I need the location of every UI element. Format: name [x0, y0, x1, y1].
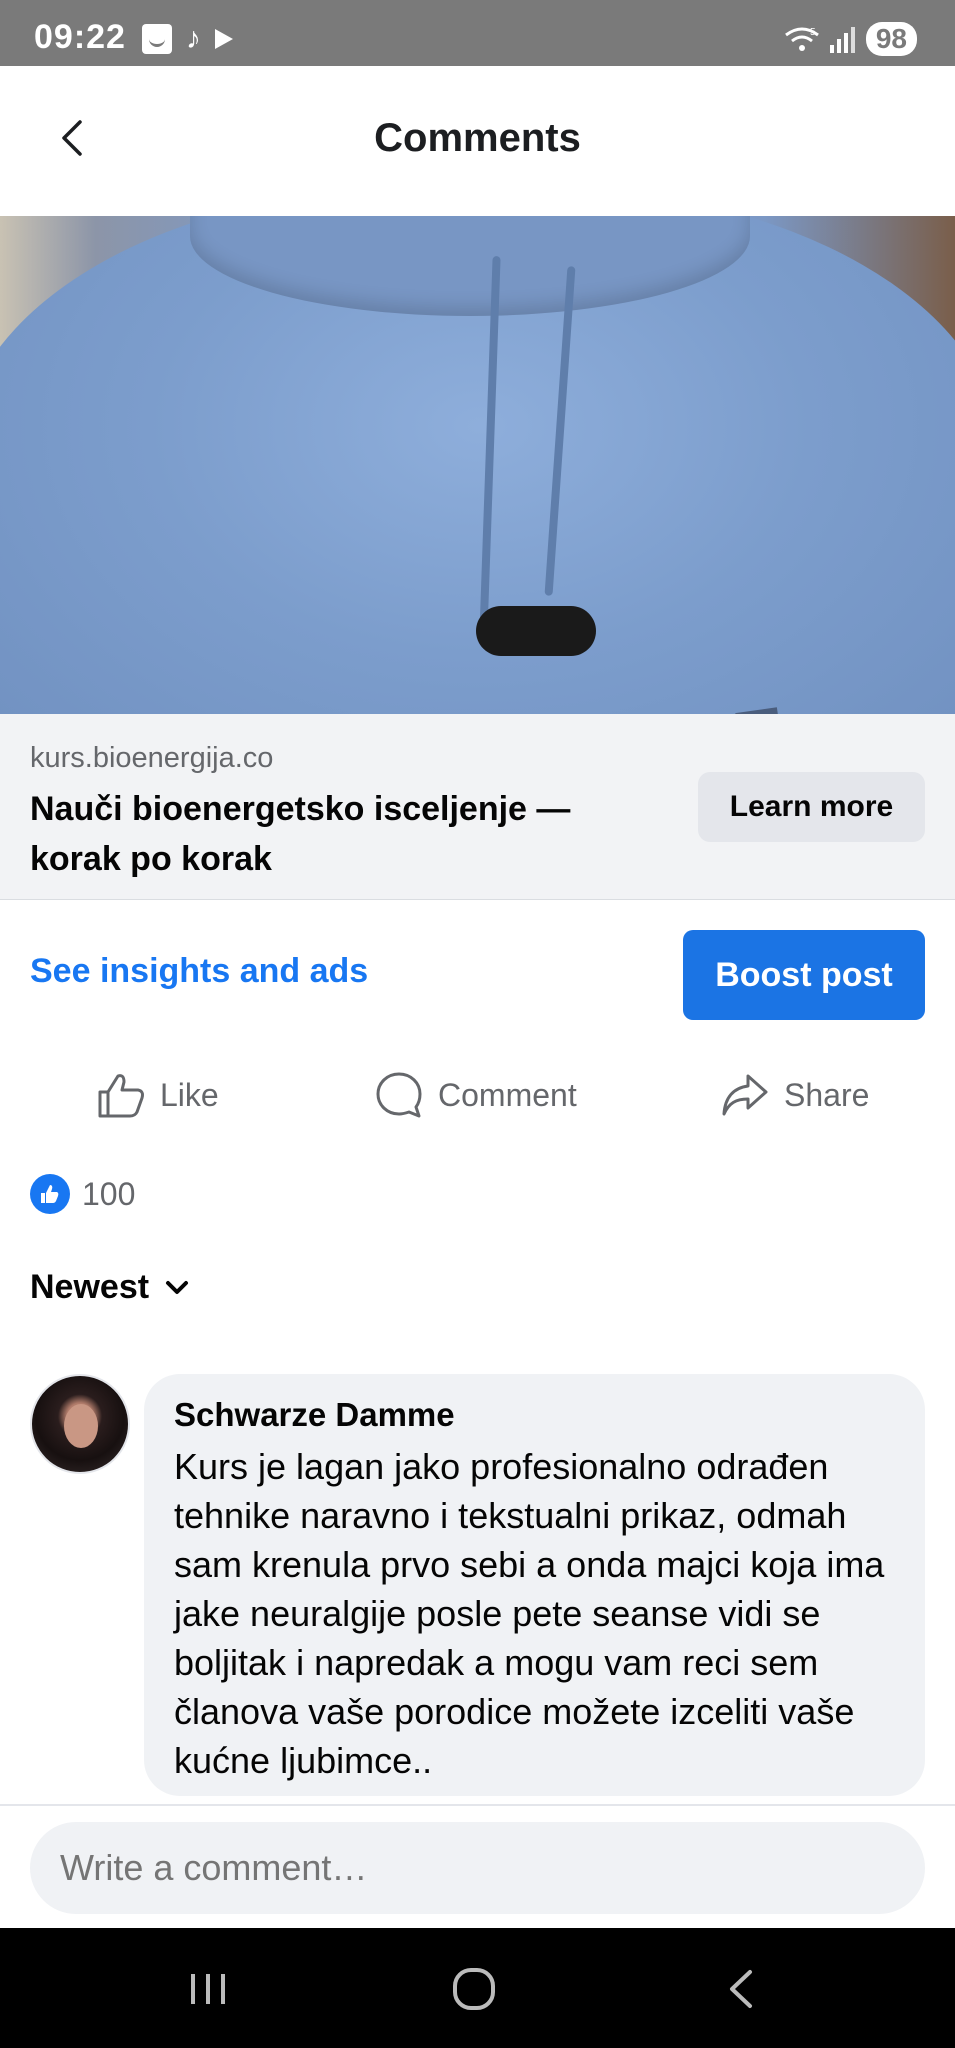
link-title: Nauči bioenergetsko isceljenje — korak p…	[30, 790, 571, 878]
like-button[interactable]: Like	[96, 1060, 219, 1130]
system-nav-bar	[0, 1928, 955, 2048]
comment-bubble: Schwarze Damme Kurs je lagan jako profes…	[144, 1374, 925, 1796]
play-store-icon	[215, 29, 233, 49]
svg-text:5: 5	[810, 27, 816, 38]
chevron-down-icon	[166, 1280, 189, 1294]
see-insights-link[interactable]: See insights and ads	[30, 952, 368, 991]
learn-more-button[interactable]: Learn more	[698, 772, 925, 842]
post-actions: Like Comment Share	[0, 1060, 955, 1130]
link-domain: kurs.bioenergija.co	[30, 742, 274, 774]
share-label: Share	[784, 1076, 870, 1113]
share-button[interactable]: Share	[720, 1060, 869, 1130]
reaction-summary[interactable]: 100	[30, 1174, 135, 1214]
comment-input[interactable]	[30, 1822, 925, 1914]
sort-label: Newest	[30, 1268, 150, 1306]
system-icons: 5 98	[784, 22, 917, 56]
recent-apps-icon[interactable]	[183, 1964, 233, 2014]
page-title: Comments	[374, 116, 581, 160]
messenger-app-icon	[142, 24, 172, 54]
wifi-icon: 5	[784, 27, 819, 51]
nav-back-icon[interactable]	[717, 1964, 767, 2014]
reaction-count: 100	[82, 1175, 136, 1212]
status-time: 09:22	[34, 18, 126, 56]
link-preview[interactable]: kurs.bioenergija.co Nauči bioenergetsko …	[0, 714, 955, 900]
comment-author[interactable]: Schwarze Damme	[174, 1396, 895, 1434]
avatar[interactable]	[30, 1374, 130, 1474]
home-icon[interactable]	[449, 1964, 499, 2014]
like-label: Like	[160, 1076, 219, 1113]
comment-label: Comment	[438, 1076, 577, 1113]
header: Comments	[0, 66, 955, 216]
battery-level: 98	[865, 22, 917, 56]
comment-text: Kurs je lagan jako profesionalno odrađen…	[174, 1446, 885, 1781]
comment-sort-dropdown[interactable]: Newest	[30, 1268, 191, 1307]
share-icon	[722, 1074, 768, 1116]
video-frame-detail	[476, 606, 596, 656]
like-reaction-icon	[30, 1174, 70, 1214]
status-bar: 09:22 ♪ 5 98	[0, 0, 955, 66]
boost-post-button[interactable]: Boost post	[683, 930, 925, 1020]
notification-icons: ♪	[142, 24, 233, 54]
comment-composer	[0, 1804, 955, 1928]
comment-icon	[376, 1072, 422, 1118]
comment-button[interactable]: Comment	[374, 1060, 577, 1130]
post-video[interactable]: K	[0, 216, 955, 714]
thumbs-up-icon	[98, 1074, 144, 1118]
signal-icon	[829, 27, 855, 53]
tiktok-icon: ♪	[186, 22, 201, 55]
